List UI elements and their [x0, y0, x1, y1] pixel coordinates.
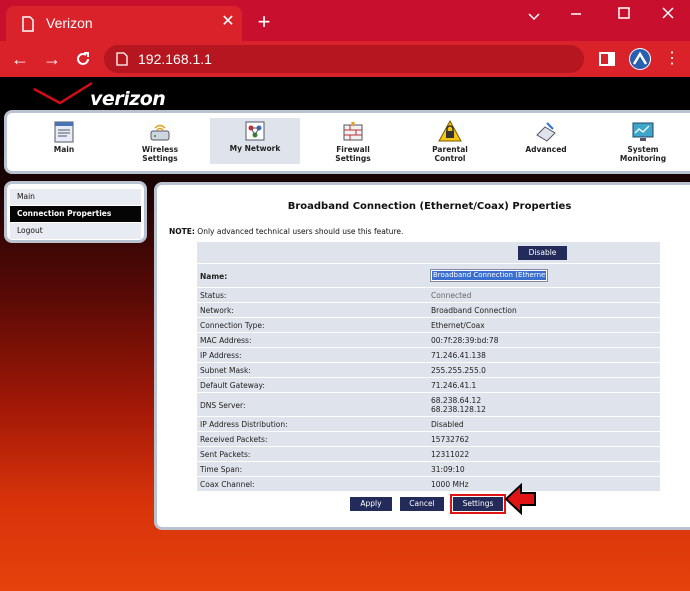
browser-tab[interactable]: Verizon ✕ — [6, 6, 242, 41]
disable-button[interactable]: Disable — [518, 246, 567, 260]
nav-advanced[interactable]: Advanced — [501, 119, 591, 169]
tab-close-icon[interactable]: ✕ — [218, 12, 238, 32]
sidebar-icon[interactable] — [598, 50, 616, 68]
new-tab-icon[interactable]: + — [254, 11, 274, 33]
minimize-window-icon[interactable] — [562, 4, 590, 22]
table-row-name: Name: Broadband Connection (Ethernet/Co — [197, 263, 660, 287]
sidebar-menu: Main Connection Properties Logout — [4, 181, 147, 243]
table-row: Coax Channel: 1000 MHz — [197, 476, 660, 491]
table-row: Network: Broadband Connection — [197, 302, 660, 317]
table-row: Received Packets: 15732762 — [197, 431, 660, 446]
sidebar-item-logout[interactable]: Logout — [10, 223, 141, 239]
cancel-button[interactable]: Cancel — [400, 497, 444, 511]
table-row: MAC Address: 00:7f:28:39:bd:78 — [197, 332, 660, 347]
address-bar[interactable]: 192.168.1.1 — [104, 45, 584, 73]
tab-strip: Verizon ✕ + — [0, 0, 690, 41]
minimize-icon[interactable] — [520, 6, 548, 24]
nav-wireless-settings[interactable]: Wireless Settings — [115, 119, 205, 169]
back-icon[interactable]: ← — [10, 49, 30, 69]
page-info-icon[interactable] — [116, 52, 128, 66]
page-title: Broadband Connection (Ethernet/Coax) Pro… — [287, 201, 572, 212]
verizon-logo: verizon — [30, 81, 166, 111]
browser-toolbar: ← → 192.168.1.1 ⋮ — [0, 41, 690, 77]
monitor-icon — [632, 122, 654, 141]
forward-icon[interactable]: → — [42, 49, 62, 69]
table-row: Subnet Mask: 255.255.255.0 — [197, 362, 660, 377]
table-row-dns: DNS Server: 68.238.64.12 68.238.128.12 — [197, 392, 660, 416]
note-label: NOTE: — [169, 227, 195, 236]
connection-name-input[interactable]: Broadband Connection (Ethernet/Co — [430, 269, 548, 282]
table-row: Sent Packets: 12311022 — [197, 446, 660, 461]
settings-button[interactable]: Settings — [450, 494, 506, 514]
logo-wordmark: verizon — [90, 88, 166, 110]
nav-parental-control[interactable]: Parental Control — [405, 119, 495, 169]
main-nav: Main Wireless Settings My Network Firewa… — [4, 110, 690, 174]
sidebar-item-main[interactable]: Main — [10, 189, 141, 205]
more-menu-icon[interactable]: ⋮ — [662, 49, 682, 69]
properties-table: Disable Name: Broadband Connection (Ethe… — [197, 242, 660, 491]
firewall-icon — [343, 122, 363, 141]
parental-lock-icon — [438, 119, 462, 142]
name-label: Name: — [200, 272, 228, 281]
connection-name-value[interactable]: Broadband Connection (Ethernet/Co — [432, 271, 546, 280]
table-row: IP Address: 71.246.41.138 — [197, 347, 660, 362]
table-row: Time Span: 31:09:10 — [197, 461, 660, 476]
profile-avatar[interactable] — [629, 48, 651, 70]
maximize-icon[interactable] — [610, 4, 638, 22]
nav-main[interactable]: Main — [19, 119, 109, 169]
table-row: IP Address Distribution: Disabled — [197, 416, 660, 431]
my-network-icon — [245, 121, 265, 141]
table-row: Default Gateway: 71.246.41.1 — [197, 377, 660, 392]
nav-my-network[interactable]: My Network — [210, 118, 300, 164]
apply-button[interactable]: Apply — [350, 497, 392, 511]
nav-firewall-settings[interactable]: Firewall Settings — [308, 119, 398, 169]
table-header-row: Disable — [197, 242, 660, 263]
main-page-icon — [54, 121, 74, 143]
properties-panel: Broadband Connection (Ethernet/Coax) Pro… — [154, 182, 690, 530]
nav-system-monitoring[interactable]: System Monitoring — [598, 119, 688, 169]
close-window-icon[interactable] — [654, 4, 682, 22]
tab-title: Verizon — [46, 15, 93, 31]
warning-note: NOTE: Only advanced technical users shou… — [169, 227, 403, 236]
wireless-router-icon — [150, 124, 170, 141]
address-text[interactable]: 192.168.1.1 — [138, 51, 212, 67]
router-page: verizon Main Wireless Settings My Networ… — [0, 77, 690, 591]
reload-icon[interactable] — [74, 50, 92, 68]
profile-icon — [630, 49, 650, 69]
page-favicon-icon — [22, 16, 34, 32]
sidebar-item-connection-properties[interactable]: Connection Properties — [10, 206, 141, 222]
table-row: Connection Type: Ethernet/Coax — [197, 317, 660, 332]
highlight-arrow-icon — [504, 482, 536, 516]
table-row: Status: Connected — [197, 287, 660, 302]
advanced-tools-icon — [536, 122, 556, 142]
note-text: Only advanced technical users should use… — [194, 227, 404, 236]
